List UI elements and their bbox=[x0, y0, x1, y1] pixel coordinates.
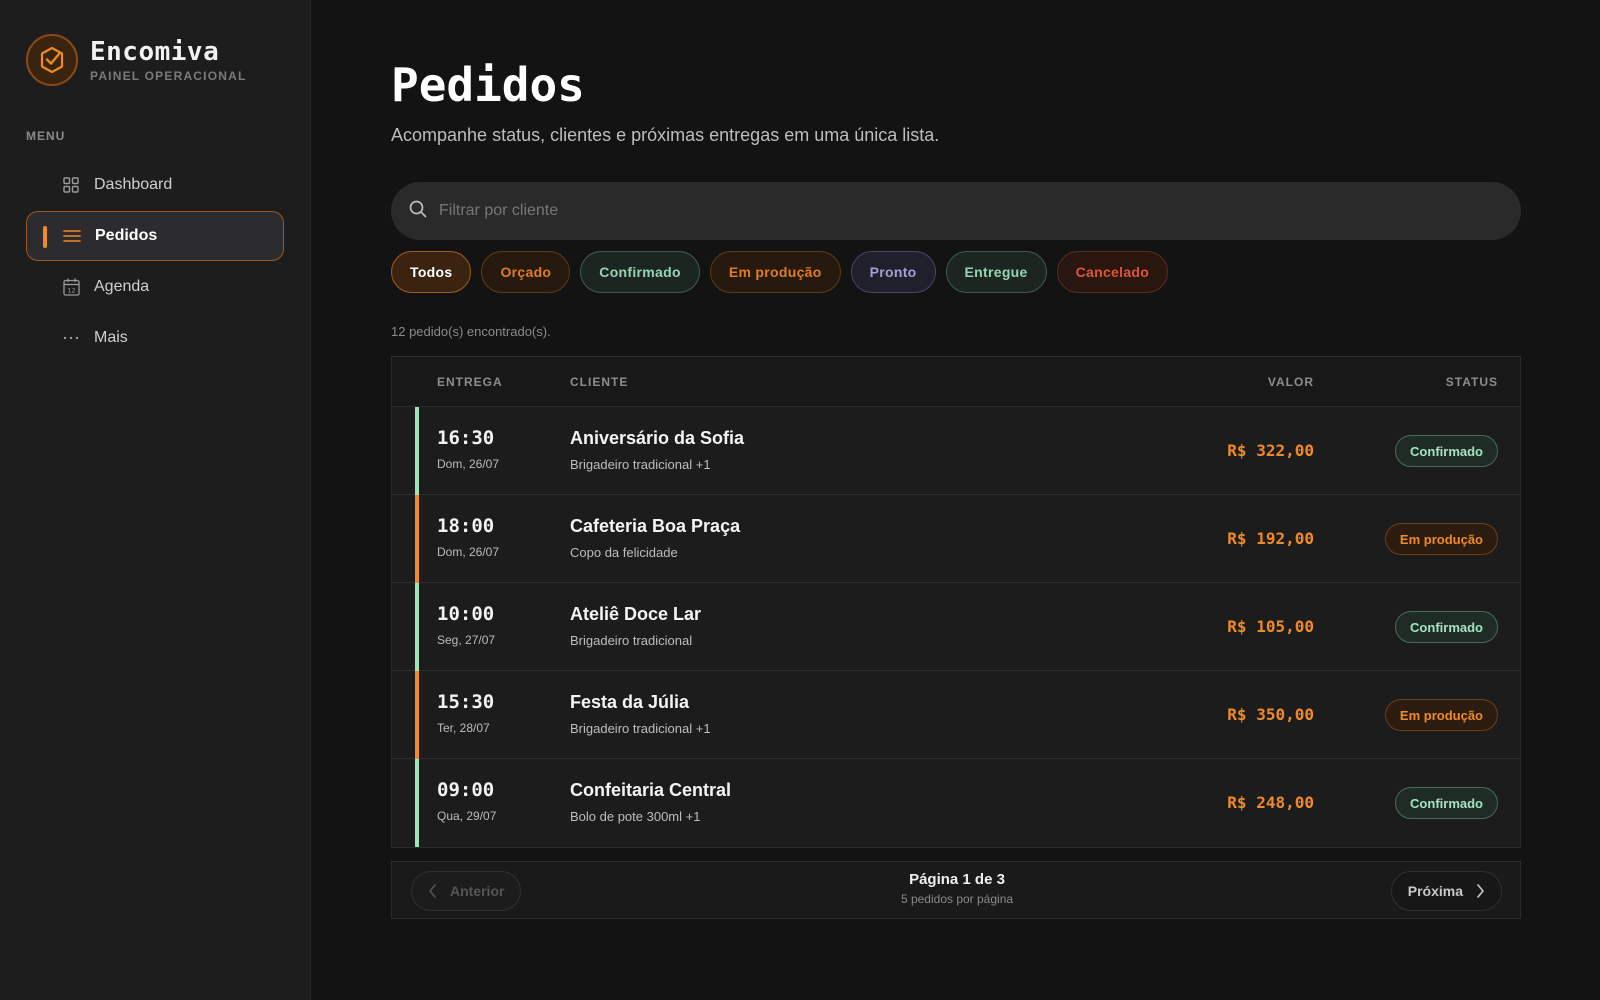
result-count: 12 pedido(s) encontrado(s). bbox=[391, 324, 551, 339]
delivery-date: Dom, 26/07 bbox=[437, 457, 500, 471]
filter-chip-or-ado[interactable]: Orçado bbox=[481, 251, 571, 293]
brand[interactable]: Encomiva PAINEL OPERACIONAL bbox=[26, 34, 247, 86]
status-badge: Confirmado bbox=[1395, 435, 1498, 467]
column-header-value[interactable]: VALOR bbox=[1268, 375, 1314, 389]
column-header-status[interactable]: STATUS bbox=[1446, 375, 1498, 389]
order-products: Brigadeiro tradicional +1 bbox=[570, 721, 711, 736]
filter-chip-pronto[interactable]: Pronto bbox=[850, 251, 936, 293]
order-products: Brigadeiro tradicional +1 bbox=[570, 457, 711, 472]
delivery-date: Seg, 27/07 bbox=[437, 633, 496, 647]
sidebar-item-label: Agenda bbox=[94, 278, 150, 295]
pagination: Página 1 de 3 5 pedidos por página Anter… bbox=[391, 861, 1521, 919]
status-indicator-bar bbox=[415, 583, 419, 671]
page-title: Pedidos bbox=[391, 58, 585, 112]
delivery-date: Ter, 28/07 bbox=[437, 721, 490, 735]
table-row[interactable]: 16:30 Dom, 26/07 Aniversário da Sofia Briga… bbox=[392, 407, 1520, 495]
client-name: Festa da Júlia bbox=[570, 692, 690, 712]
delivery-time: 15:30 bbox=[437, 691, 495, 713]
order-value: R$ 322,00 bbox=[1227, 441, 1314, 460]
filter-chip-todos[interactable]: Todos bbox=[391, 251, 472, 293]
search-bar[interactable] bbox=[391, 182, 1521, 240]
delivery-time: 09:00 bbox=[437, 779, 495, 801]
page-info: Página 1 de 3 5 pedidos por página bbox=[392, 871, 1522, 906]
status-badge: Confirmado bbox=[1395, 787, 1498, 819]
svg-text:12: 12 bbox=[67, 287, 75, 295]
column-header-client[interactable]: CLIENTE bbox=[570, 375, 628, 389]
delivery-time: 18:00 bbox=[437, 515, 495, 537]
delivery-time: 10:00 bbox=[437, 603, 495, 625]
client-name: Aniversário da Sofia bbox=[570, 428, 745, 448]
order-products: Copo da felicidade bbox=[570, 545, 678, 560]
order-products: Bolo de pote 300ml +1 bbox=[570, 809, 701, 824]
sidebar-item-label: Mais bbox=[94, 329, 128, 346]
order-value: R$ 105,00 bbox=[1227, 617, 1314, 636]
sidebar-item-mais[interactable]: Mais bbox=[26, 313, 284, 363]
brand-logo-icon bbox=[26, 34, 78, 86]
client-name: Cafeteria Boa Praça bbox=[570, 516, 741, 536]
per-page-text: 5 pedidos por página bbox=[900, 892, 1014, 906]
table-header: ENTREGA CLIENTE VALOR STATUS bbox=[392, 357, 1520, 407]
calendar-icon: 12 bbox=[62, 278, 80, 296]
chevron-left-icon bbox=[428, 881, 450, 901]
list-icon bbox=[63, 227, 81, 245]
filter-chip-em-produ-o[interactable]: Em produção bbox=[709, 251, 841, 293]
filter-chip-cancelado[interactable]: Cancelado bbox=[1056, 251, 1169, 293]
status-indicator-bar bbox=[415, 495, 419, 583]
chevron-right-icon bbox=[1463, 881, 1485, 901]
sidebar-nav: Dashboard Pedidos 12 Agenda Mais bbox=[26, 160, 284, 364]
page-subtitle: Acompanhe status, clientes e próximas en… bbox=[391, 125, 940, 145]
search-input[interactable] bbox=[439, 202, 1439, 220]
status-indicator-bar bbox=[415, 759, 419, 847]
column-header-delivery[interactable]: ENTREGA bbox=[437, 375, 503, 389]
table-body: 16:30 Dom, 26/07 Aniversário da Sofia Briga… bbox=[392, 407, 1520, 847]
filter-chip-entregue[interactable]: Entregue bbox=[945, 251, 1047, 293]
status-badge: Em produção bbox=[1384, 523, 1498, 555]
client-name: Confeitaria Central bbox=[570, 780, 732, 800]
table-row[interactable]: 18:00 Dom, 26/07 Cafeteria Boa Praça Copo d… bbox=[392, 495, 1520, 583]
delivery-time: 16:30 bbox=[437, 427, 495, 449]
search-icon bbox=[409, 200, 427, 223]
status-indicator-bar bbox=[415, 671, 419, 759]
table-row[interactable]: 09:00 Qua, 29/07 Confeitaria Central Bolo d… bbox=[392, 759, 1520, 847]
page-indicator: Página 1 de 3 bbox=[909, 871, 1005, 888]
next-page-button[interactable]: Próxima bbox=[1390, 871, 1502, 911]
order-value: R$ 350,00 bbox=[1227, 705, 1314, 724]
sidebar: Encomiva PAINEL OPERACIONAL MENU Dashboa… bbox=[0, 0, 311, 1000]
sidebar-item-dashboard[interactable]: Dashboard bbox=[26, 160, 284, 210]
table-row[interactable]: 10:00 Seg, 27/07 Ateliê Doce Lar Brigadeiro… bbox=[392, 583, 1520, 671]
order-value: R$ 192,00 bbox=[1227, 529, 1314, 548]
filter-chip-confirmado[interactable]: Confirmado bbox=[580, 251, 700, 293]
orders-table: ENTREGA CLIENTE VALOR STATUS 16:30 Dom, 2… bbox=[391, 356, 1521, 848]
status-badge: Em produção bbox=[1384, 699, 1498, 731]
grid-icon bbox=[62, 176, 80, 194]
table-row[interactable]: 15:30 Ter, 28/07 Festa da Júlia Brigadeiro … bbox=[392, 671, 1520, 759]
delivery-date: Dom, 26/07 bbox=[437, 545, 500, 559]
status-indicator-bar bbox=[415, 407, 419, 495]
sidebar-item-label: Dashboard bbox=[94, 176, 173, 193]
brand-subtitle: PAINEL OPERACIONAL bbox=[90, 69, 247, 83]
previous-page-label: Anterior bbox=[450, 883, 505, 899]
order-value: R$ 248,00 bbox=[1227, 793, 1314, 812]
previous-page-button[interactable]: Anterior bbox=[411, 871, 522, 911]
more-icon bbox=[62, 329, 80, 347]
status-filters: Todos Orçado Confirmado Em produção Pronto En… bbox=[391, 251, 1178, 293]
next-page-label: Próxima bbox=[1407, 883, 1463, 899]
client-name: Ateliê Doce Lar bbox=[570, 604, 702, 624]
brand-name: Encomiva bbox=[90, 37, 220, 67]
delivery-date: Qua, 29/07 bbox=[437, 809, 497, 823]
status-badge: Confirmado bbox=[1395, 611, 1498, 643]
sidebar-item-agenda[interactable]: 12 Agenda bbox=[26, 262, 284, 312]
order-products: Brigadeiro tradicional bbox=[570, 633, 693, 648]
sidebar-item-label: Pedidos bbox=[95, 227, 158, 244]
sidebar-item-pedidos[interactable]: Pedidos bbox=[26, 211, 284, 261]
menu-label: MENU bbox=[26, 129, 66, 143]
